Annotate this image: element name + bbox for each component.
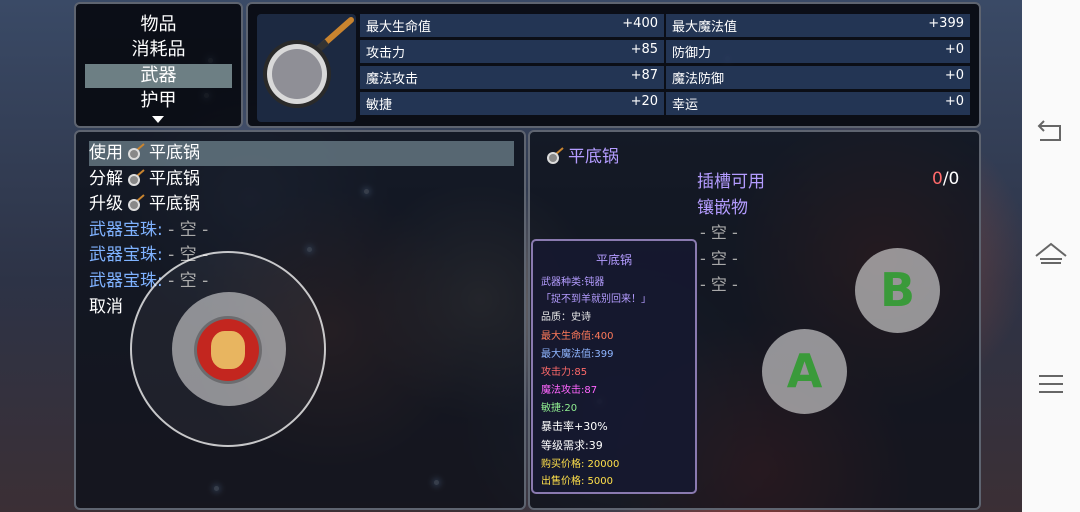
tooltip-crit: 暴击率+30% [541, 420, 608, 433]
gem-slot-1[interactable]: 武器宝珠: - 空 - [89, 218, 208, 243]
tooltip-max-hp: 最大生命值:400 [541, 331, 614, 342]
gem-slot-empty: - 空 - [168, 220, 209, 240]
menu-item-consumables[interactable]: 消耗品 [85, 38, 232, 62]
stat-row: 最大生命值 +400 [360, 14, 664, 37]
tooltip-title: 平底锅 [595, 253, 632, 267]
slots-count: 0/0 [932, 169, 959, 189]
back-icon [1037, 120, 1061, 141]
stat-value: +87 [630, 68, 658, 83]
stat-value: +0 [944, 42, 964, 57]
frying-pan-icon [128, 143, 145, 160]
tooltip-weapon-type: 武器种类:钝器 [541, 277, 605, 288]
back-button[interactable] [1022, 108, 1080, 158]
tooltip-buy-price: 购买价格: 20000 [541, 459, 620, 470]
frying-pan-icon [547, 147, 564, 164]
tooltip-level-req: 等级需求:39 [541, 439, 603, 452]
stat-label: 魔法防御 [672, 72, 725, 87]
detail-item-name: 平底锅 [568, 147, 619, 167]
slots-total: /0 [942, 169, 960, 189]
command-item-name: 平底锅 [149, 169, 200, 189]
stat-row: 最大魔法值 +399 [666, 14, 970, 37]
menu-item-weapons[interactable]: 武器 [85, 64, 232, 88]
detail-item-title: 平底锅 [546, 142, 619, 167]
b-button[interactable]: B [855, 248, 940, 333]
stat-value: +400 [622, 16, 658, 31]
tooltip-agility: 敏捷:20 [541, 403, 578, 414]
gem-slot-label: 武器宝珠: [89, 220, 163, 240]
dismantle-command[interactable]: 分解 平底锅 [89, 167, 200, 192]
a-button-label: A [786, 344, 823, 398]
home-button[interactable] [1022, 230, 1080, 280]
command-item-name: 平底锅 [149, 143, 200, 163]
stat-label: 敏捷 [366, 98, 393, 113]
frying-pan-icon [263, 17, 354, 108]
stat-value: +0 [944, 68, 964, 83]
stat-label: 最大生命值 [366, 20, 432, 35]
tooltip-max-mp: 最大魔法值:399 [541, 349, 614, 360]
stat-value: +399 [928, 16, 964, 31]
item-portrait [257, 14, 356, 122]
frying-pan-icon [128, 194, 145, 211]
stat-row: 防御力 +0 [666, 40, 970, 63]
scroll-down-arrow-icon[interactable] [152, 116, 164, 123]
inlay-slot-empty: - 空 - [700, 223, 738, 242]
stat-value: +0 [944, 94, 964, 109]
b-button-label: B [879, 263, 916, 317]
stat-row: 幸运 +0 [666, 92, 970, 115]
system-navigation-bar [1022, 0, 1080, 512]
stat-label: 防御力 [672, 46, 712, 61]
menu-button[interactable] [1022, 359, 1080, 409]
stat-value: +85 [630, 42, 658, 57]
virtual-joystick-knob[interactable] [197, 319, 259, 381]
menu-item-items[interactable]: 物品 [85, 13, 232, 37]
stat-label: 魔法攻击 [366, 72, 419, 87]
tooltip-magic-attack: 魔法攻击:87 [541, 385, 598, 396]
tooltip-quote: 「捉不到羊就别回来！」 [541, 294, 651, 305]
command-verb: 升级 [89, 194, 123, 214]
cancel-command[interactable]: 取消 [89, 295, 123, 320]
tooltip-quality: 品质：史诗 [541, 312, 591, 323]
tooltip-attack: 攻击力:85 [541, 367, 588, 378]
stat-row: 魔法防御 +0 [666, 66, 970, 89]
character-face-icon [211, 331, 245, 369]
slots-available-label: 插槽可用 [697, 172, 765, 192]
upgrade-command[interactable]: 升级 平底锅 [89, 192, 200, 217]
stat-label: 幸运 [672, 98, 699, 113]
hamburger-menu-icon [1039, 375, 1063, 393]
stat-label: 攻击力 [366, 46, 406, 61]
use-command[interactable]: 使用 平底锅 [89, 141, 514, 166]
gem-slot-label: 武器宝珠: [89, 245, 163, 265]
menu-item-armor[interactable]: 护甲 [85, 89, 232, 113]
a-button[interactable]: A [762, 329, 847, 414]
stat-row: 敏捷 +20 [360, 92, 664, 115]
frying-pan-icon [128, 169, 145, 186]
stat-row: 攻击力 +85 [360, 40, 664, 63]
command-item-name: 平底锅 [149, 194, 200, 214]
stat-row: 魔法攻击 +87 [360, 66, 664, 89]
inlay-label: 镶嵌物 [697, 198, 748, 218]
tooltip-sell-price: 出售价格: 5000 [541, 476, 613, 487]
inlay-slot-empty: - 空 - [700, 275, 738, 294]
item-tooltip: 平底锅 武器种类:钝器 「捉不到羊就别回来！」 品质：史诗 最大生命值:400 … [531, 239, 697, 494]
home-icon [1035, 242, 1067, 264]
slots-used: 0 [932, 169, 943, 189]
stat-value: +20 [630, 94, 658, 109]
stat-label: 最大魔法值 [672, 20, 738, 35]
command-verb: 使用 [89, 143, 123, 163]
inlay-slot-empty: - 空 - [700, 249, 738, 268]
command-verb: 分解 [89, 169, 123, 189]
